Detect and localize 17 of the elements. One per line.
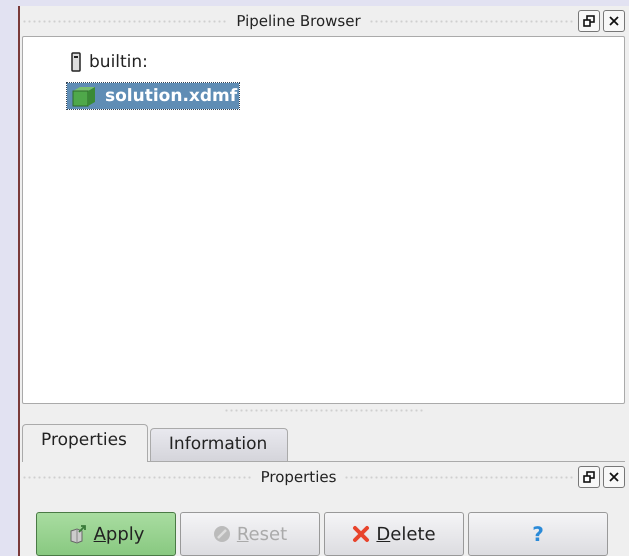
close-icon[interactable]: [603, 466, 625, 488]
panel-title: Properties: [260, 468, 336, 486]
tree-item[interactable]: builtin:: [67, 50, 150, 74]
undock-icon[interactable]: [578, 466, 600, 488]
close-icon[interactable]: [603, 10, 626, 32]
tab[interactable]: Properties: [22, 424, 148, 462]
undock-icon[interactable]: [578, 10, 600, 32]
box-arrow-icon: [68, 524, 88, 544]
delete-button[interactable]: Delete: [324, 512, 464, 556]
x-mark-icon: [352, 525, 370, 543]
reset-icon: [212, 525, 231, 543]
panel-title: Pipeline Browser: [236, 12, 361, 30]
cube-icon: [71, 85, 97, 107]
apply-button[interactable]: Apply: [36, 512, 176, 556]
server-icon: [71, 52, 81, 72]
tree-item[interactable]: solution.xdmf: [67, 83, 240, 109]
tab[interactable]: Information: [150, 428, 288, 461]
